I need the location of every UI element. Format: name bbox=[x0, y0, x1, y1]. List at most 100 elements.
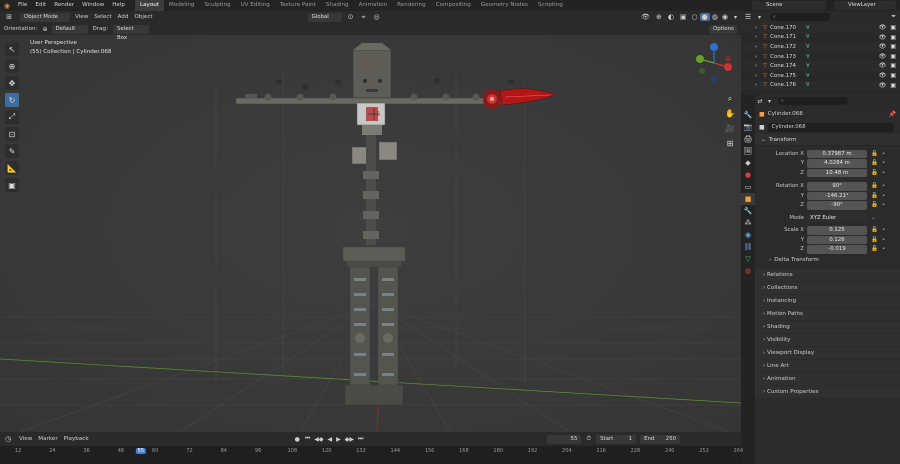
3d-viewport[interactable]: User Perspective (55) Collection | Cylin… bbox=[0, 23, 741, 432]
timeline-menu-marker[interactable]: Marker bbox=[35, 436, 60, 442]
keyframe-icon[interactable]: • bbox=[882, 202, 885, 208]
overlay-icon[interactable]: ◐ bbox=[665, 13, 677, 21]
pin-icon[interactable]: 📌 bbox=[889, 111, 900, 118]
zoom-icon[interactable]: ⌕ bbox=[724, 93, 736, 105]
menu-view[interactable]: View bbox=[72, 14, 91, 20]
menu-help[interactable]: Help bbox=[108, 0, 129, 11]
panel-collections[interactable]: › Collections bbox=[755, 282, 900, 294]
shading-solid-icon[interactable]: ● bbox=[699, 13, 710, 21]
location-z-field[interactable]: 10.48 m bbox=[807, 168, 867, 177]
keyframe-icon[interactable]: • bbox=[882, 246, 885, 252]
scale-x-field[interactable]: 0.125 bbox=[807, 226, 867, 235]
scale-z-field[interactable]: -0.019 bbox=[807, 245, 867, 254]
panel-relations[interactable]: › Relations bbox=[755, 269, 900, 281]
camera-view-icon[interactable]: 🎥 bbox=[724, 123, 736, 135]
keyframe-icon[interactable]: • bbox=[882, 183, 885, 189]
outliner-filter-icon[interactable]: ▾ bbox=[755, 14, 764, 21]
keyframe-icon[interactable]: • bbox=[882, 193, 885, 199]
shading-render-icon[interactable]: ◉ bbox=[720, 13, 730, 21]
menu-render[interactable]: Render bbox=[50, 0, 78, 11]
tab-texture-paint[interactable]: Texture Paint bbox=[275, 0, 321, 11]
measure-tool-icon[interactable]: 📐 bbox=[5, 161, 19, 175]
timeline-editor-icon[interactable]: ◷ bbox=[0, 435, 16, 443]
xray-icon[interactable]: ▣ bbox=[677, 13, 690, 21]
panel-instancing[interactable]: › Instancing bbox=[755, 295, 900, 307]
keyframe-icon[interactable]: • bbox=[882, 160, 885, 166]
transform-tool-icon[interactable]: ⊡ bbox=[5, 127, 19, 141]
lock-icon[interactable]: 🔓 bbox=[871, 227, 878, 233]
lock-icon[interactable]: 🔓 bbox=[871, 246, 878, 252]
blender-logo-icon[interactable]: ◉ bbox=[0, 2, 14, 10]
tab-animation[interactable]: Animation bbox=[354, 0, 393, 11]
jump-start-icon[interactable]: ⏮ bbox=[303, 435, 312, 443]
list-item[interactable]: › ▽ Cone.173 ∀ 👁 ▣ bbox=[741, 52, 900, 62]
perspective-toggle-icon[interactable]: ⊞ bbox=[724, 138, 736, 150]
playhead-indicator[interactable]: 55 bbox=[135, 448, 146, 454]
visibility-icon[interactable]: 👁 bbox=[638, 13, 653, 21]
shading-material-icon[interactable]: ◍ bbox=[710, 13, 720, 21]
lock-icon[interactable]: 🔓 bbox=[871, 183, 878, 189]
list-item[interactable]: › ▽ Cone.174 ∀ 👁 ▣ bbox=[741, 61, 900, 71]
lock-icon[interactable]: 🔓 bbox=[871, 202, 878, 208]
panel-custom-properties[interactable]: › Custom Properties bbox=[755, 386, 900, 398]
rotation-mode-dropdown[interactable]: XYZ Euler bbox=[807, 213, 867, 222]
shading-wire-icon[interactable]: ○ bbox=[690, 13, 700, 21]
gizmo-icon[interactable]: ⊕ bbox=[653, 13, 665, 21]
move-tool-icon[interactable]: ✥ bbox=[5, 76, 19, 90]
timeline-menu-view[interactable]: View bbox=[16, 436, 35, 442]
keyframe-icon[interactable]: • bbox=[882, 237, 885, 243]
shading-options-icon[interactable]: ▾ bbox=[730, 14, 741, 21]
list-item[interactable]: › ▽ Cone.175 ∀ 👁 ▣ bbox=[741, 71, 900, 81]
panel-line-art[interactable]: › Line Art bbox=[755, 360, 900, 372]
cursor-tool-icon[interactable]: ⊕ bbox=[5, 59, 19, 73]
drag-dropdown[interactable]: Select Box bbox=[112, 24, 149, 41]
modifier-tab-icon[interactable]: 🔧 bbox=[741, 205, 755, 217]
physics-tab-icon[interactable]: ◉ bbox=[741, 229, 755, 241]
list-item[interactable]: › ▽ Cone.170 ∀ 👁 ▣ bbox=[741, 23, 900, 33]
jump-end-icon[interactable]: ⏭ bbox=[356, 435, 365, 443]
properties-editor-icon[interactable]: ⇄ bbox=[755, 98, 765, 105]
play-icon[interactable]: ▶ bbox=[334, 436, 343, 443]
mode-dropdown[interactable]: Object Mode bbox=[20, 12, 70, 22]
render-tab-icon[interactable]: 📷 bbox=[741, 121, 755, 133]
panel-visibility[interactable]: › Visibility bbox=[755, 334, 900, 346]
start-frame-field[interactable]: Start 1 bbox=[596, 434, 637, 444]
tab-scripting[interactable]: Scripting bbox=[533, 0, 568, 11]
scale-y-field[interactable]: 0.126 bbox=[807, 235, 867, 244]
constraints-tab-icon[interactable]: ⛓ bbox=[741, 241, 755, 253]
menu-add[interactable]: Add bbox=[115, 14, 132, 20]
annotate-tool-icon[interactable]: ✎ bbox=[5, 144, 19, 158]
navigation-gizmo[interactable] bbox=[692, 41, 736, 85]
scale-tool-icon[interactable]: ⤢ bbox=[5, 110, 19, 124]
tab-uv-editing[interactable]: UV Editing bbox=[236, 0, 275, 11]
outliner-editor-icon[interactable]: ☰ bbox=[741, 13, 755, 21]
menu-file[interactable]: File bbox=[14, 0, 31, 11]
tab-compositing[interactable]: Compositing bbox=[431, 0, 476, 11]
tab-sculpting[interactable]: Sculpting bbox=[199, 0, 235, 11]
current-frame-field[interactable]: 55 bbox=[547, 434, 582, 444]
properties-search-input[interactable]: ⌕ bbox=[778, 97, 849, 105]
rotation-y-field[interactable]: -146.21° bbox=[807, 191, 867, 200]
object-tab-icon[interactable]: ■ bbox=[741, 193, 755, 205]
pivot-icon[interactable]: ⊙ bbox=[344, 13, 358, 21]
scene-selector[interactable]: Scene bbox=[752, 1, 826, 10]
editor-type-icon[interactable]: ⊞ bbox=[0, 13, 18, 21]
object-name-field[interactable]: Cylinder.068 bbox=[767, 122, 894, 132]
transform-orientation-dropdown[interactable]: Global bbox=[307, 12, 342, 22]
view-layer-tab-icon[interactable]: 🖼 bbox=[741, 145, 755, 157]
panel-animation[interactable]: › Animation bbox=[755, 373, 900, 385]
add-cube-tool-icon[interactable]: ▣ bbox=[5, 178, 19, 192]
clock-icon[interactable]: ⏱ bbox=[583, 435, 594, 443]
keyframe-icon[interactable]: • bbox=[882, 227, 885, 233]
rotate-tool-icon[interactable]: ↻ bbox=[5, 93, 19, 107]
record-icon[interactable]: ● bbox=[292, 436, 303, 443]
snap-icon[interactable]: ⌖ bbox=[357, 13, 369, 22]
list-item[interactable]: › ▽ Cone.172 ∀ 👁 ▣ bbox=[741, 42, 900, 52]
list-item[interactable]: › ▽ Cone.176 ∀ 👁 ▣ bbox=[741, 80, 900, 91]
menu-window[interactable]: Window bbox=[78, 0, 108, 11]
timeline-ruler[interactable]: 12 24 36 48 55 60 72 84 96 108 120 132 144 156 168 180 1… bbox=[0, 446, 743, 464]
transform-panel-header[interactable]: ⌄ Transform bbox=[755, 134, 900, 146]
collection-tab-icon[interactable]: ▭ bbox=[741, 181, 755, 193]
world-tab-icon[interactable]: ● bbox=[741, 169, 755, 181]
data-tab-icon[interactable]: ▽ bbox=[741, 253, 755, 265]
